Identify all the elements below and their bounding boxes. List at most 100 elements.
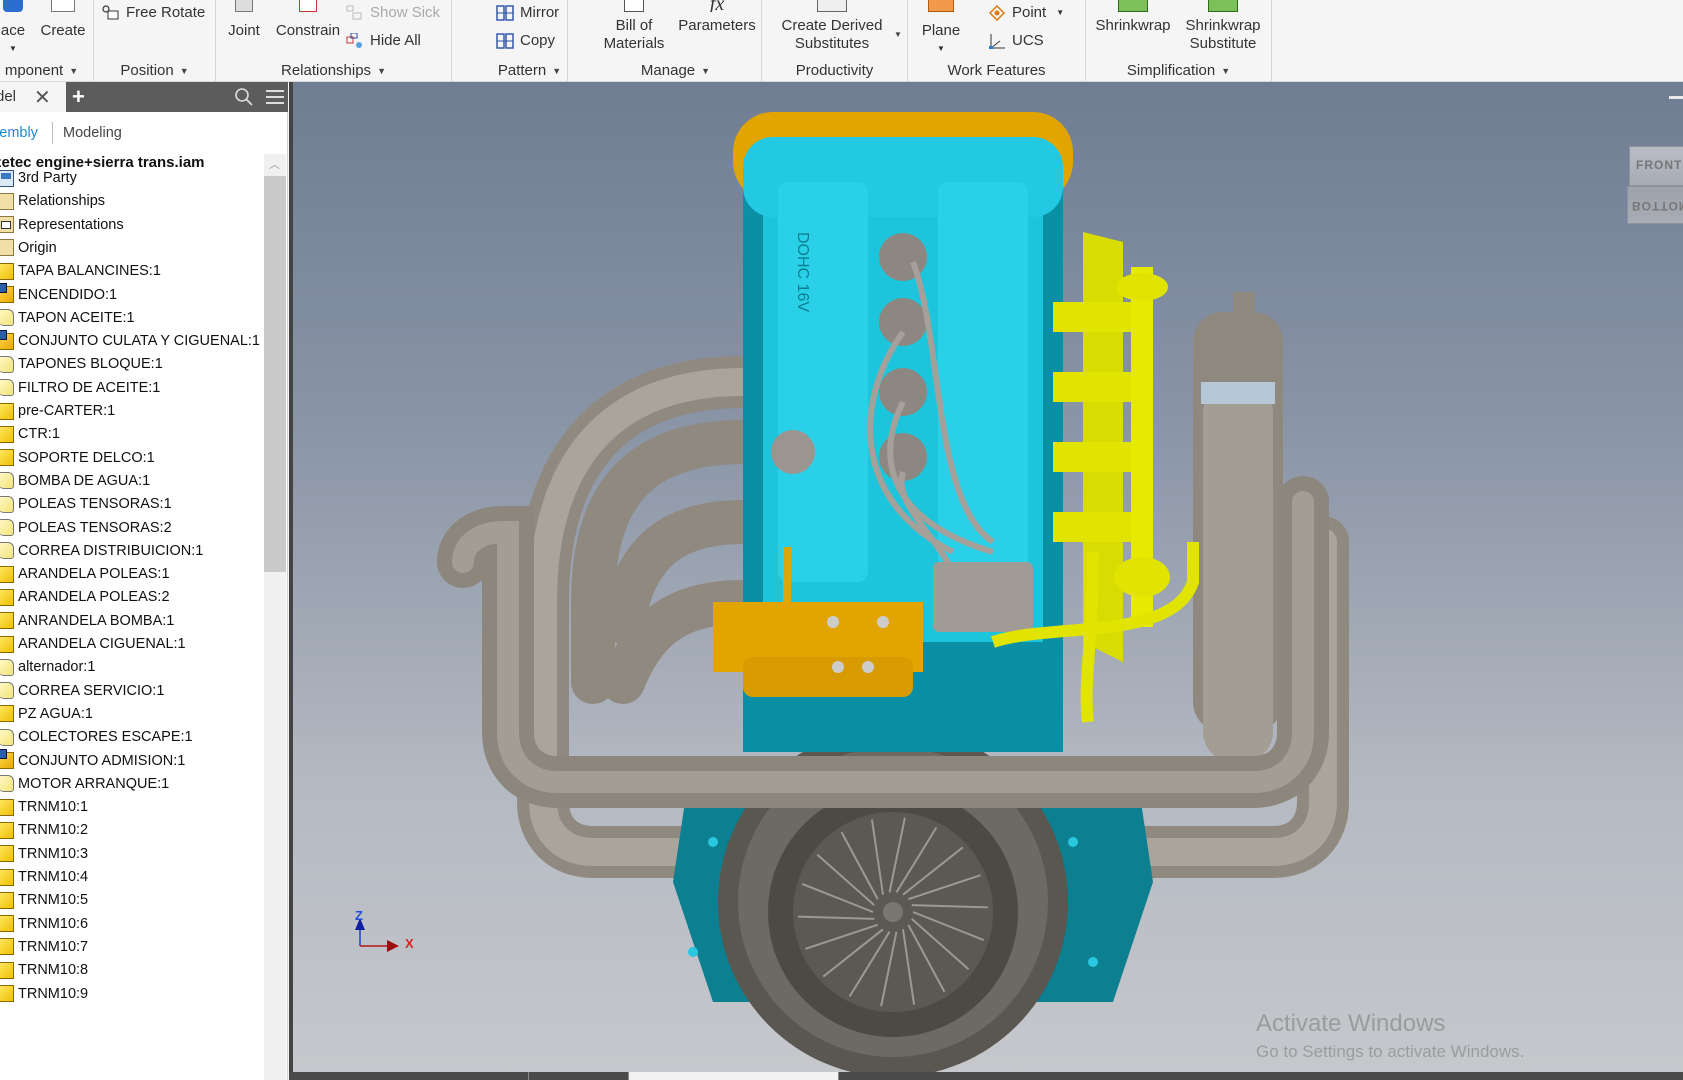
tree-item[interactable]: TRNM10:4 [0, 866, 88, 888]
plane-button[interactable]: Plane ▼ [916, 0, 966, 58]
tree-item[interactable]: TRNM10:6 [0, 913, 88, 935]
tree-item[interactable]: CONJUNTO CULATA Y CIGUENAL:1 [0, 329, 260, 352]
panel-title-productivity: Productivity [795, 62, 874, 79]
tree-item-label: TRNM10:2 [18, 822, 89, 839]
tree-scrollbar[interactable]: ︿ [264, 154, 286, 1080]
part-icon [0, 938, 14, 956]
chevron-down-icon: ▼ [1056, 8, 1065, 17]
tree-item[interactable]: BOMBA DE AGUA:1 [0, 470, 150, 492]
tree-item-label: 3rd Party [18, 170, 77, 186]
panel-title-manage[interactable]: Manage ▼ [590, 62, 761, 79]
tree-item[interactable]: ARANDELA POLEAS:2 [0, 586, 170, 608]
search-icon[interactable] [234, 87, 254, 107]
viewcube[interactable]: FRONT BOTTOM [1627, 146, 1683, 228]
tab-model[interactable]: del ✕ [0, 82, 66, 112]
close-icon[interactable]: ✕ [34, 85, 51, 110]
tree-item-label: Representations [18, 216, 124, 233]
tree-item[interactable]: MOTOR ARRANQUE:1 [0, 773, 169, 795]
tree-item[interactable]: TAPONES BLOQUE:1 [0, 353, 163, 375]
tree-item[interactable]: TRNM10:1 [0, 796, 88, 818]
part-icon [0, 705, 14, 723]
panel-title-component[interactable]: mponent ▼ [0, 62, 93, 79]
panel-title-pattern[interactable]: Pattern ▼ [492, 62, 567, 79]
show-sick-button[interactable]: Show Sick [346, 4, 440, 21]
intake-manifold [1193, 292, 1283, 762]
create-derived-substitutes-button[interactable]: Create Derived Substitutes [770, 0, 894, 53]
tree-item[interactable]: FILTRO DE ACEITE:1 [0, 377, 160, 399]
tree-item[interactable]: Representations [0, 214, 124, 236]
graphics-viewport[interactable]: DOHC 16V FRONT BOTTO Z X Activate Window… [289, 82, 1683, 1080]
engine-model[interactable]: DOHC 16V [293, 82, 1683, 1080]
viewcube-face-bottom[interactable]: BOTTOM [1627, 186, 1683, 224]
tree-item[interactable]: TRNM10:7 [0, 936, 88, 958]
viewport-minimize-button[interactable] [1669, 96, 1683, 99]
folder-icon [0, 192, 14, 210]
document-tab[interactable] [529, 1072, 629, 1080]
hide-all-button[interactable]: Hide All [346, 32, 421, 49]
tree-item[interactable]: CORREA SERVICIO:1 [0, 680, 164, 702]
subassembly-icon [0, 749, 14, 769]
free-rotate-button[interactable]: Free Rotate [102, 4, 205, 21]
panel-title-simplification[interactable]: Simplification ▼ [1086, 62, 1271, 79]
tree-item-label: TAPA BALANCINES:1 [18, 263, 161, 280]
place-button[interactable]: ace ▼ [0, 0, 26, 58]
document-tab-active[interactable] [629, 1072, 839, 1080]
tree-item[interactable]: Origin [0, 237, 57, 259]
joint-button[interactable]: Joint [224, 0, 264, 40]
tree-item[interactable]: CONJUNTO ADMISION:1 [0, 749, 185, 772]
tree-item[interactable]: ANRANDELA BOMBA:1 [0, 610, 174, 632]
add-tab-button[interactable]: + [72, 84, 85, 110]
activate-windows-watermark: Activate Windows Go to Settings to activ… [1256, 1010, 1525, 1061]
tree-item[interactable]: POLEAS TENSORAS:1 [0, 493, 172, 515]
mode-assembly[interactable]: sembly [0, 125, 38, 141]
menu-icon[interactable] [266, 90, 284, 104]
tree-item[interactable]: PZ AGUA:1 [0, 703, 93, 725]
part-icon [0, 821, 14, 839]
place-icon [3, 0, 23, 12]
mirror-button[interactable]: Mirror [496, 4, 559, 21]
tree-item[interactable]: ARANDELA POLEAS:1 [0, 563, 170, 585]
tree-item[interactable]: pre-CARTER:1 [0, 400, 115, 422]
tree-item[interactable]: COLECTORES ESCAPE:1 [0, 726, 193, 748]
tree-item[interactable]: CORREA DISTRIBUICION:1 [0, 540, 203, 562]
bill-of-materials-button[interactable]: Bill of Materials [598, 0, 670, 53]
tree-item[interactable]: TRNM10:3 [0, 843, 88, 865]
ucs-button[interactable]: UCS [988, 32, 1044, 49]
tree-item[interactable]: Relationships [0, 190, 105, 212]
copy-icon [496, 32, 514, 49]
tree-item[interactable]: TRNM10:5 [0, 889, 88, 911]
coil-pack [933, 562, 1033, 632]
constrain-button[interactable]: Constrain [270, 0, 346, 40]
tree-item[interactable]: TRNM10:8 [0, 959, 88, 981]
shrinkwrap-substitute-button[interactable]: Shrinkwrap Substitute [1178, 0, 1268, 53]
parameters-button[interactable]: fx Parameters [674, 0, 760, 35]
tree-item[interactable]: TAPON ACEITE:1 [0, 307, 135, 329]
tree-item[interactable]: 3rd Party [0, 167, 77, 189]
tree-item[interactable]: SOPORTE DELCO:1 [0, 447, 155, 469]
tree-item[interactable]: CTR:1 [0, 423, 60, 445]
tree-item[interactable]: POLEAS TENSORAS:2 [0, 517, 172, 539]
tree-item[interactable]: TRNM10:2 [0, 819, 88, 841]
point-button[interactable]: Point ▼ [988, 4, 1064, 21]
hide-all-icon [346, 32, 364, 49]
panel-title-position[interactable]: Position ▼ [94, 62, 215, 79]
tree-item[interactable]: alternador:1 [0, 656, 95, 678]
panel-title-relationships[interactable]: Relationships ▼ [216, 62, 451, 79]
document-tab[interactable] [289, 1072, 529, 1080]
scroll-up-icon[interactable]: ︿ [269, 156, 280, 172]
shrinkwrap-substitute-icon [1208, 0, 1238, 12]
mode-modeling[interactable]: Modeling [63, 125, 122, 141]
tree-item-label: TRNM10:5 [18, 892, 89, 909]
create-button[interactable]: Create [38, 0, 88, 40]
adaptive-part-icon [0, 519, 14, 536]
tree-item[interactable]: ENCENDIDO:1 [0, 283, 117, 306]
axis-triad: Z X [343, 908, 423, 968]
scrollbar-thumb[interactable] [264, 176, 286, 572]
tree-item[interactable]: TRNM10:9 [0, 983, 88, 1005]
shrinkwrap-button[interactable]: Shrinkwrap [1090, 0, 1176, 35]
tree-item[interactable]: TAPA BALANCINES:1 [0, 260, 161, 282]
tree-item[interactable]: ARANDELA CIGUENAL:1 [0, 633, 186, 655]
chevron-down-icon[interactable]: ▼ [894, 30, 902, 39]
copy-button[interactable]: Copy [496, 32, 555, 49]
viewcube-face-front[interactable]: FRONT [1629, 146, 1683, 186]
